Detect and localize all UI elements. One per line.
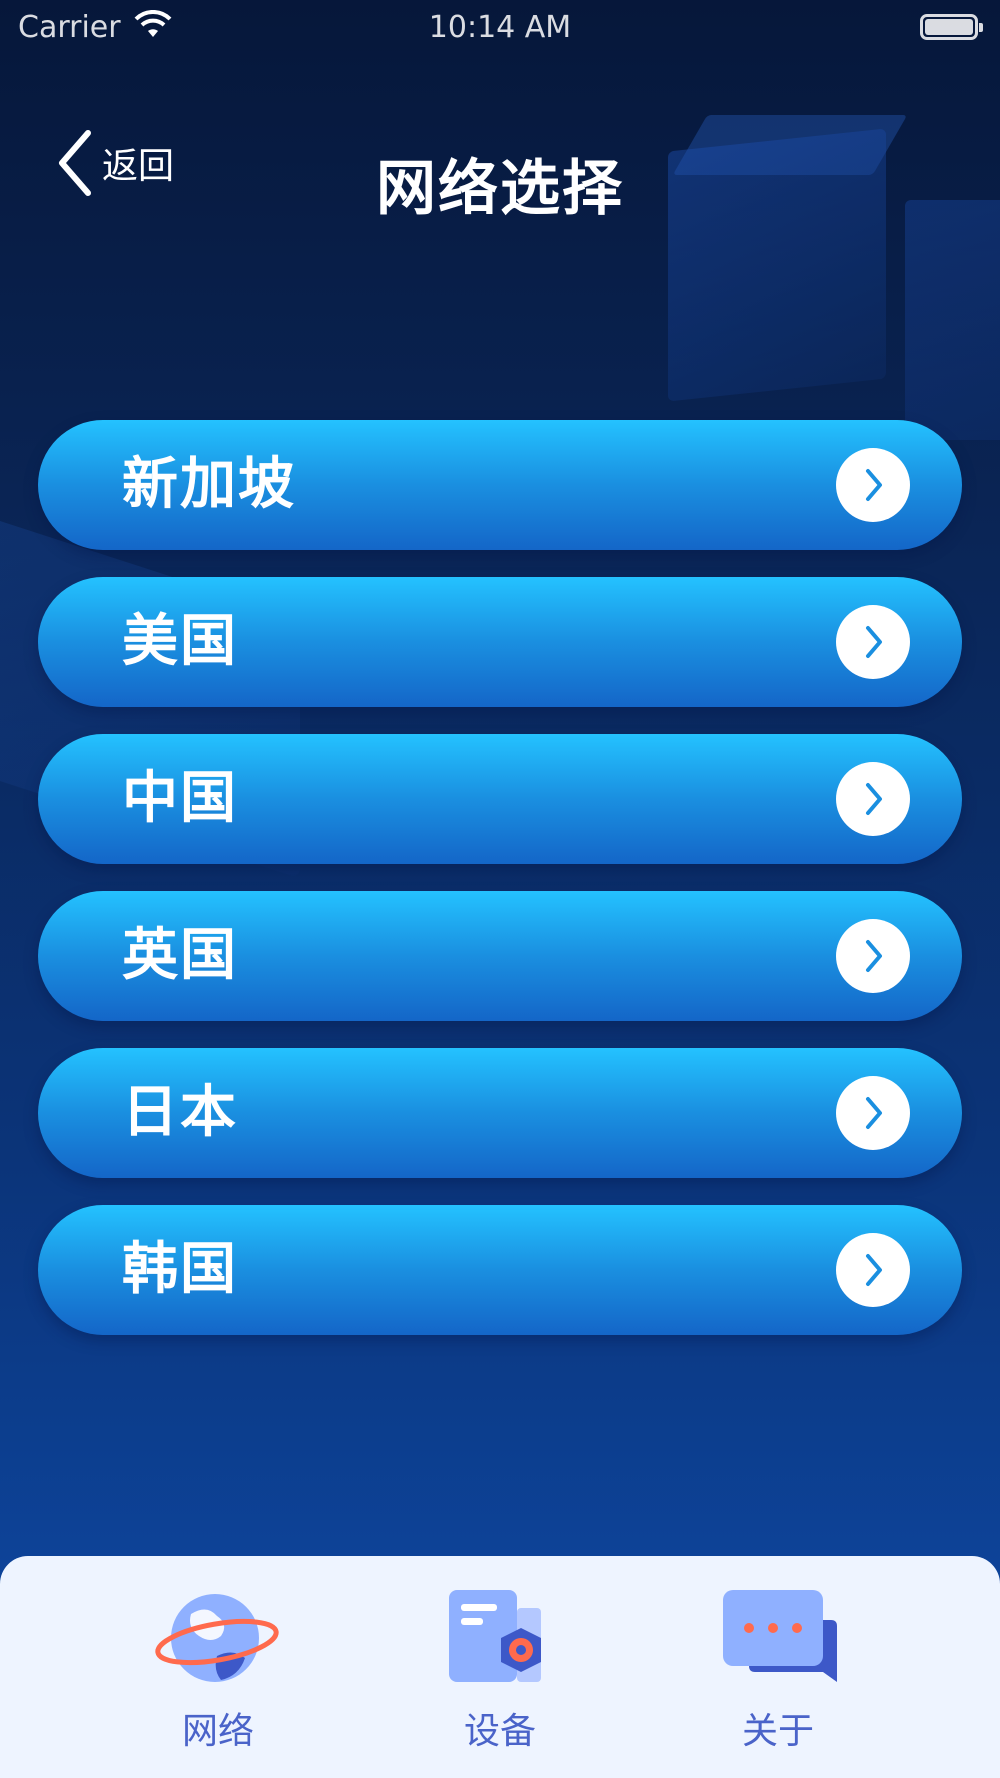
network-label: 中国: [122, 766, 238, 831]
page-title: 网络选择: [376, 154, 624, 224]
network-row-japan[interactable]: 日本: [38, 1048, 962, 1178]
network-row-china[interactable]: 中国: [38, 734, 962, 864]
network-label: 日本: [122, 1080, 238, 1145]
tab-network[interactable]: 网络: [128, 1586, 308, 1766]
network-row-usa[interactable]: 美国: [38, 577, 962, 707]
network-row-singapore[interactable]: 新加坡: [38, 420, 962, 550]
network-row-korea[interactable]: 韩国: [38, 1205, 962, 1335]
tab-label: 关于: [741, 1711, 814, 1752]
background-block-decoration: [905, 200, 1000, 440]
chevron-right-icon: [836, 605, 910, 679]
chevron-right-icon: [836, 1233, 910, 1307]
network-list: 新加坡 美国 中国 英国 日本 韩国: [38, 420, 962, 1362]
globe-icon: [155, 1594, 279, 1682]
tab-about[interactable]: 关于: [688, 1586, 868, 1766]
tab-device[interactable]: 设备: [410, 1586, 590, 1766]
tab-label: 设备: [463, 1711, 536, 1752]
chevron-right-icon: [836, 919, 910, 993]
tab-label: 网络: [181, 1711, 254, 1752]
chevron-right-icon: [836, 1076, 910, 1150]
network-label: 新加坡: [122, 452, 296, 517]
status-time: 10:14 AM: [428, 10, 572, 45]
network-label: 韩国: [122, 1237, 238, 1302]
network-select-screen: Carrier 10:14 AM 返回 网络选择 新加坡 美国 中国 英国 日本…: [0, 0, 1000, 1778]
network-row-uk[interactable]: 英国: [38, 891, 962, 1021]
chevron-right-icon: [836, 448, 910, 522]
battery-icon: [920, 14, 983, 40]
network-label: 英国: [122, 923, 238, 988]
status-bar: Carrier 10:14 AM: [0, 0, 1000, 54]
device-settings-icon: [449, 1590, 541, 1682]
chevron-right-icon: [836, 762, 910, 836]
network-label: 美国: [122, 609, 238, 674]
tab-bar: 网络 设备 关于: [0, 1556, 1000, 1778]
chat-bubble-icon: [723, 1590, 837, 1682]
